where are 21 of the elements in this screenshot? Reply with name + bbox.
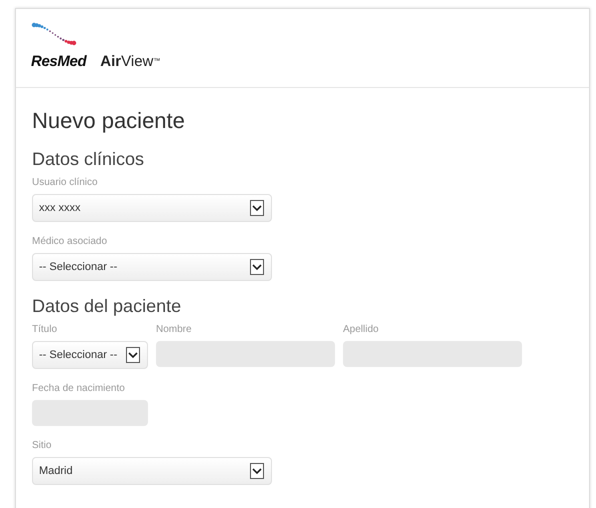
section-heading: Datos del paciente <box>32 295 182 317</box>
select-value: -- Seleccionar -- <box>39 348 118 363</box>
field-label: Nombre <box>156 323 193 337</box>
field-label: Título <box>32 323 58 337</box>
field-label: Fecha de nacimiento <box>32 382 126 396</box>
select-field[interactable]: xxx xxxx <box>32 194 272 222</box>
section-heading: Datos clínicos <box>32 148 146 170</box>
field-label: Médico asociado <box>32 235 108 249</box>
select-field[interactable]: Madrid <box>32 457 272 485</box>
select-field[interactable]: -- Seleccionar -- <box>32 253 272 281</box>
select-value: -- Seleccionar -- <box>39 260 118 275</box>
select-value: xxx xxxx <box>39 200 81 216</box>
product-name: AirView$^{™}$ <box>100 52 160 72</box>
page-title: Nuevo paciente <box>32 108 186 134</box>
select-field[interactable]: -- Seleccionar -- <box>32 341 148 369</box>
field-label: Usuario clínico <box>32 176 99 190</box>
field-label: Apellido <box>343 323 380 337</box>
field-label: Sitio <box>32 439 52 453</box>
select-value: Madrid <box>39 464 73 479</box>
wave-dots-logo-icon <box>31 21 77 47</box>
brand-name: ResMed <box>31 52 86 72</box>
